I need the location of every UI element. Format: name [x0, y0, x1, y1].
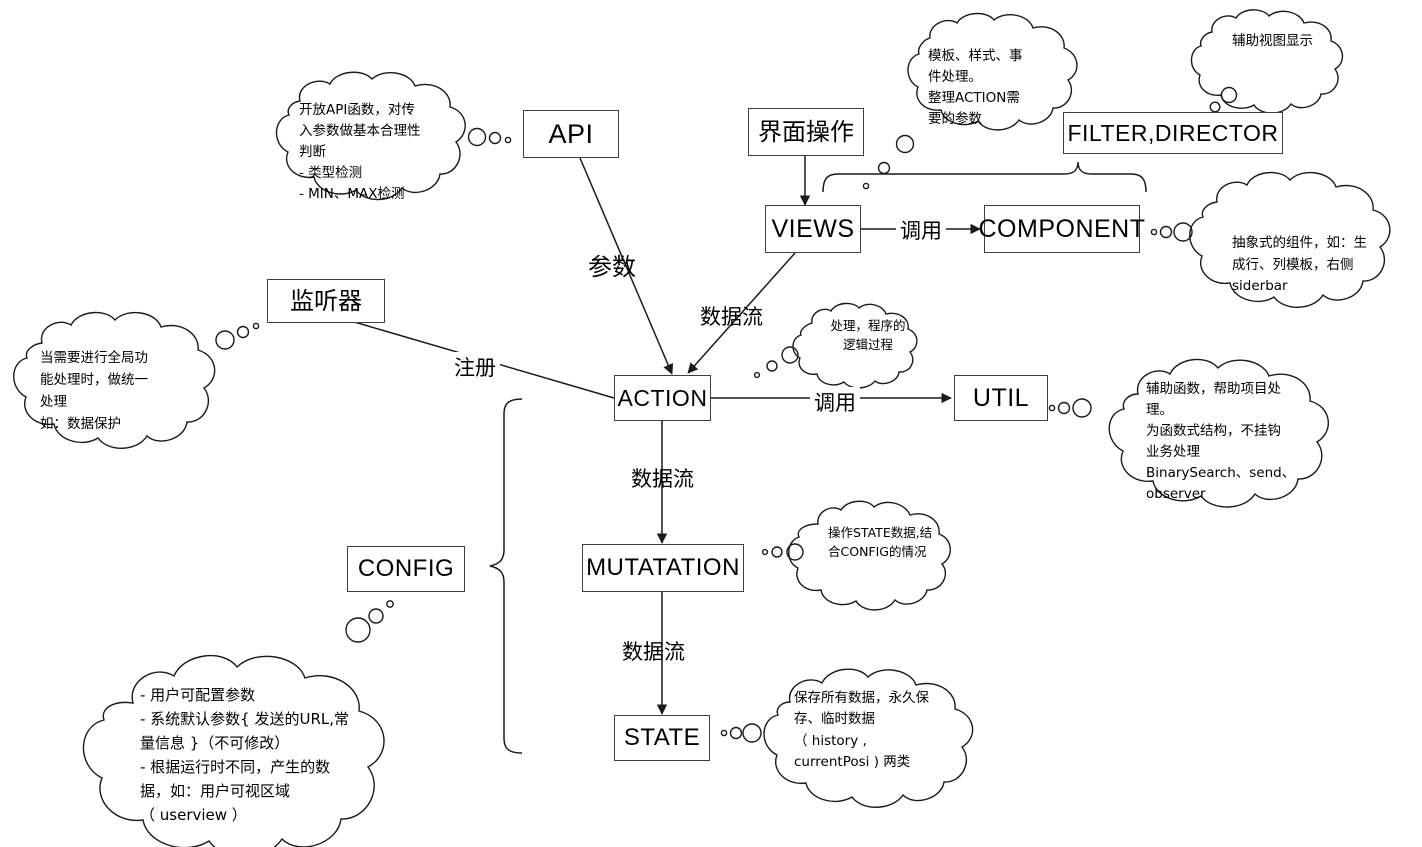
brace-config: [489, 398, 523, 754]
node-mutatation[interactable]: MUTATATION: [582, 544, 744, 592]
cloud-shape-util: [1048, 358, 1330, 508]
node-views-label: VIEWS: [771, 214, 855, 243]
node-component-label: COMPONENT: [978, 214, 1146, 243]
node-config-label: CONFIG: [357, 555, 455, 582]
cloud-shape-api: [275, 71, 512, 201]
edge-label-dataflow-state: 数据流: [622, 640, 685, 664]
node-filter-director-label: FILTER,DIRECTOR: [1067, 119, 1279, 146]
node-listener-label: 监听器: [290, 287, 362, 315]
node-component[interactable]: COMPONENT: [979, 205, 1145, 253]
node-listener[interactable]: 监听器: [267, 279, 385, 323]
node-util-label: UTIL: [972, 383, 1030, 412]
edge-label-call-component: 调用: [896, 215, 946, 245]
cloud-shape-views: [862, 12, 1078, 190]
cloud-shape-listener: [13, 311, 260, 449]
cloud-shape-mutatation: [761, 500, 951, 611]
node-api-label: API: [548, 118, 594, 149]
node-ui-operation[interactable]: 界面操作: [748, 108, 864, 156]
node-state-label: STATE: [623, 724, 701, 751]
edge-label-register: 注册: [450, 352, 500, 382]
node-action-label: ACTION: [617, 384, 708, 411]
node-filter-director[interactable]: FILTER,DIRECTOR: [1063, 112, 1283, 154]
cloud-shape-action: [753, 302, 918, 389]
edge-label-dataflow-mutatation: 数据流: [631, 467, 694, 491]
edge-label-dataflow-views: 数据流: [700, 305, 763, 329]
cloud-shape-state: [720, 668, 974, 808]
node-mutatation-label: MUTATATION: [586, 554, 740, 581]
diagram-canvas: API 界面操作 FILTER,DIRECTOR VIEWS COMPONENT…: [0, 0, 1422, 847]
cloud-shape-config: [82, 600, 394, 847]
node-state[interactable]: STATE: [614, 715, 710, 761]
node-util[interactable]: UTIL: [954, 375, 1048, 421]
cloud-shape-component: [1150, 171, 1391, 308]
edge-label-call-util: 调用: [810, 387, 860, 417]
brace-filter: [822, 161, 1147, 193]
cloud-shape-filter: [1190, 9, 1344, 118]
node-views[interactable]: VIEWS: [765, 205, 861, 253]
node-action[interactable]: ACTION: [614, 375, 711, 421]
node-config[interactable]: CONFIG: [347, 546, 465, 592]
node-api[interactable]: API: [523, 110, 619, 158]
node-ui-operation-label: 界面操作: [758, 118, 854, 146]
edge-label-param: 参数: [588, 253, 636, 281]
